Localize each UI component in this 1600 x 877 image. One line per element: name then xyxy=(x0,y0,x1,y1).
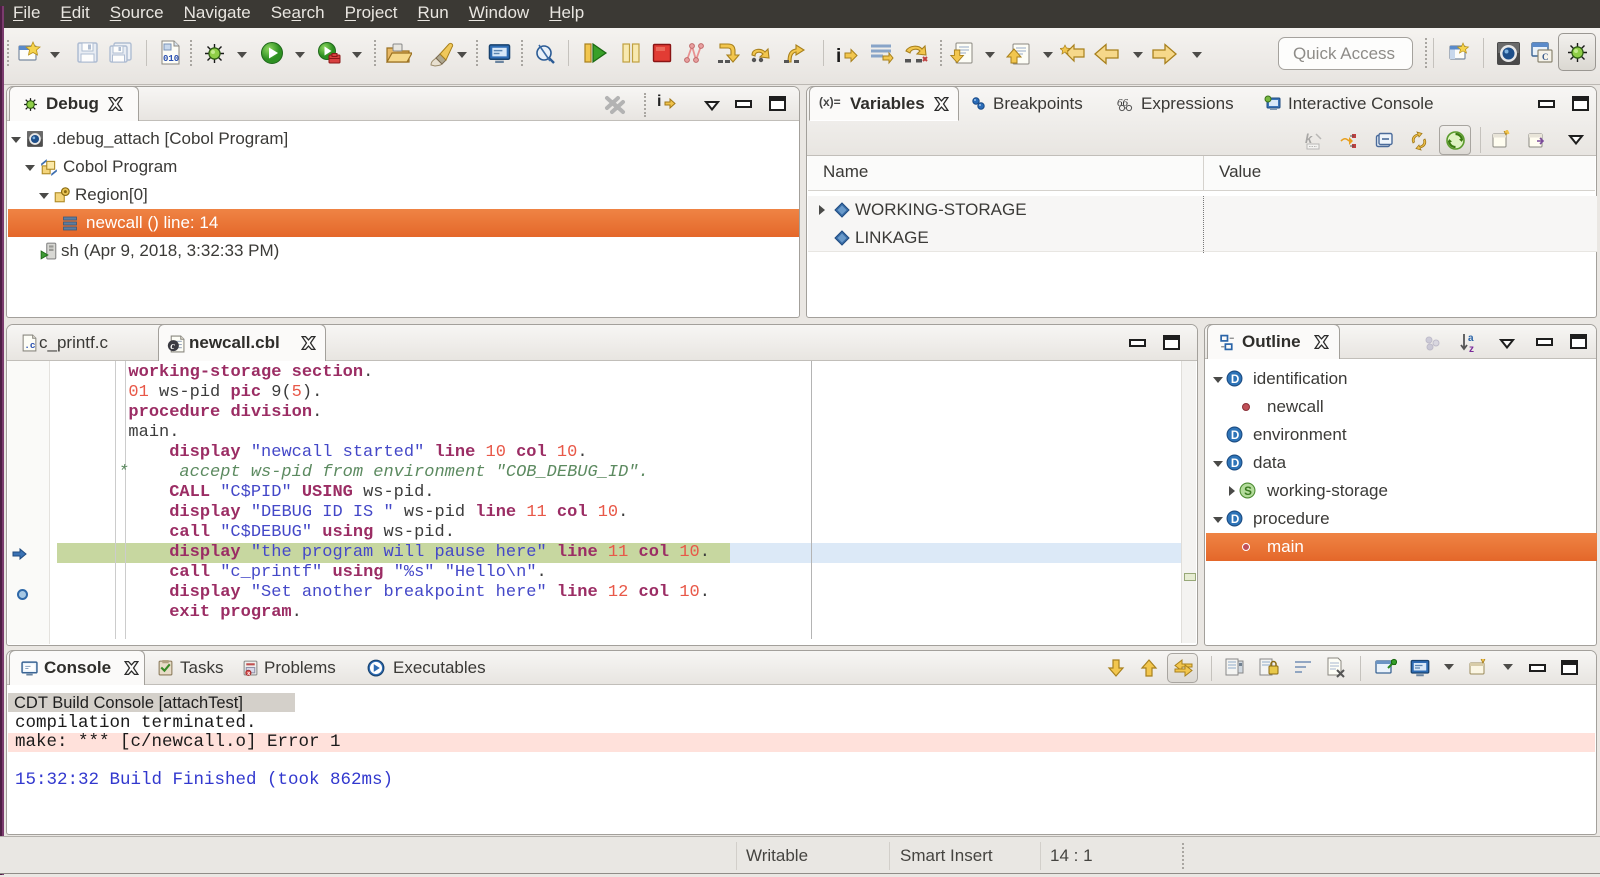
svg-text:D: D xyxy=(1231,457,1239,470)
svg-text:D: D xyxy=(1231,429,1239,442)
svg-text:D: D xyxy=(1231,373,1239,386)
svg-text:.c: .c xyxy=(24,340,36,351)
svg-text:c: c xyxy=(170,341,175,352)
svg-text:C: C xyxy=(1542,52,1549,62)
svg-text:x: x xyxy=(247,671,250,676)
svg-text:a: a xyxy=(1468,333,1474,344)
svg-text:z: z xyxy=(1469,344,1474,354)
svg-text:D: D xyxy=(1231,513,1239,526)
svg-text:010: 010 xyxy=(163,54,179,64)
svg-text:S: S xyxy=(1244,485,1252,498)
